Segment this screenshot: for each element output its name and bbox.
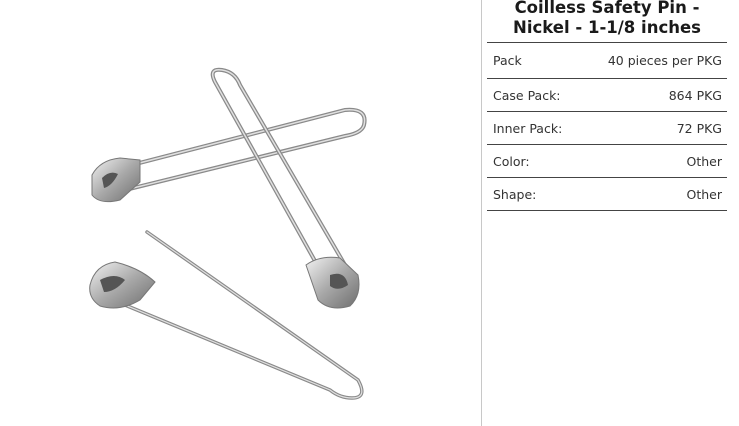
product-title: Coilless Safety Pin - Nickel - 1-1/8 inc… [487,0,727,38]
spec-row-inner-pack: Inner Pack: 72 PKG [487,111,727,145]
spec-value: Other [581,177,727,211]
spec-value: 72 PKG [581,111,727,145]
safety-pins-image [89,67,367,400]
spec-table: Pack 40 pieces per PKG Case Pack: 864 PK… [487,42,727,211]
safety-pin-2 [210,67,360,309]
spec-value: 40 pieces per PKG [581,42,727,79]
spec-label: Pack [487,42,582,79]
spec-row-shape: Shape: Other [487,177,727,211]
spec-value: Other [581,144,727,178]
spec-row-case-pack: Case Pack: 864 PKG [487,78,727,112]
spec-label: Inner Pack: [487,111,582,145]
product-title-line2: Nickel - 1-1/8 inches [513,18,701,37]
product-info-panel: Coilless Safety Pin - Nickel - 1-1/8 inc… [487,0,727,211]
spec-label: Shape: [487,177,582,211]
product-title-line1: Coilless Safety Pin - [514,0,700,17]
safety-pin-3 [89,230,364,400]
spec-value: 864 PKG [581,78,727,112]
spec-label: Case Pack: [487,78,582,112]
safety-pin-1 [91,107,367,203]
spec-row-pack: Pack 40 pieces per PKG [487,42,727,79]
product-image [0,0,481,426]
spec-row-color: Color: Other [487,144,727,178]
pane-divider [481,0,482,426]
spec-label: Color: [487,144,582,178]
